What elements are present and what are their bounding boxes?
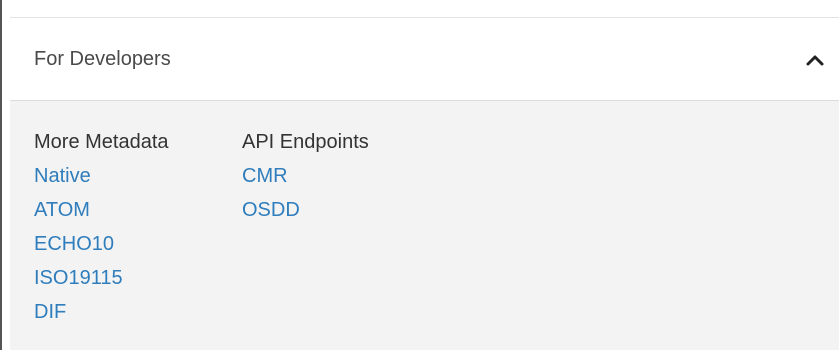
list-item: ISO19115 — [34, 266, 169, 300]
previous-panel-edge — [10, 0, 839, 18]
api-endpoints-links: CMR OSDD — [242, 164, 369, 232]
atom-link[interactable]: ATOM — [34, 199, 90, 221]
list-item: OSDD — [242, 198, 369, 232]
iso19115-link[interactable]: ISO19115 — [34, 267, 123, 289]
list-item: ATOM — [34, 198, 169, 232]
developers-panel: For Developers More Metadata Native ATOM… — [10, 18, 839, 350]
page: For Developers More Metadata Native ATOM… — [0, 0, 839, 350]
osdd-link[interactable]: OSDD — [242, 199, 300, 221]
api-endpoints-column: API Endpoints CMR OSDD — [242, 131, 369, 232]
list-item: CMR — [242, 164, 369, 198]
more-metadata-column: More Metadata Native ATOM ECHO10 ISO1911… — [34, 131, 169, 334]
developers-panel-body: More Metadata Native ATOM ECHO10 ISO1911… — [10, 101, 839, 350]
echo10-link[interactable]: ECHO10 — [34, 233, 114, 255]
left-border — [0, 0, 2, 350]
cmr-link[interactable]: CMR — [242, 165, 288, 187]
list-item: Native — [34, 164, 169, 198]
more-metadata-links: Native ATOM ECHO10 ISO19115 DIF — [34, 164, 169, 334]
dif-link[interactable]: DIF — [34, 301, 66, 323]
native-link[interactable]: Native — [34, 165, 91, 187]
list-item: DIF — [34, 300, 169, 334]
more-metadata-heading: More Metadata — [34, 131, 169, 153]
api-endpoints-heading: API Endpoints — [242, 131, 369, 153]
panel-title: For Developers — [34, 48, 171, 70]
chevron-up-icon[interactable] — [805, 52, 825, 68]
developers-panel-header[interactable]: For Developers — [10, 18, 839, 101]
list-item: ECHO10 — [34, 232, 169, 266]
